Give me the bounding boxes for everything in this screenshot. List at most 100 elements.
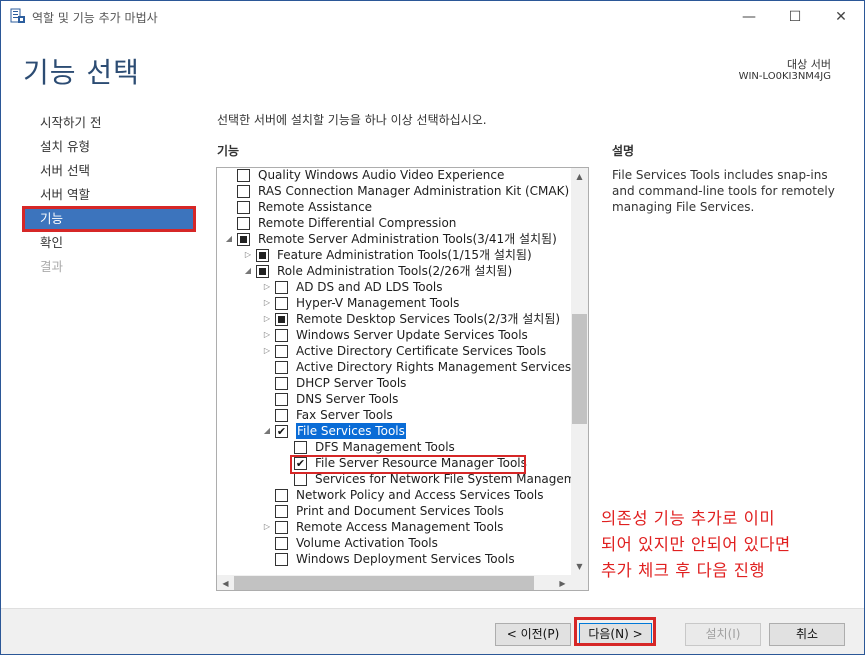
maximize-button[interactable]: ☐ bbox=[772, 1, 818, 32]
tree-item[interactable]: DHCP Server Tools bbox=[217, 375, 571, 391]
tree-item-checkbox[interactable] bbox=[275, 345, 288, 358]
scroll-up-icon[interactable]: ▲ bbox=[571, 168, 588, 185]
collapse-icon[interactable]: ◢ bbox=[261, 423, 273, 439]
tree-item[interactable]: Fax Server Tools bbox=[217, 407, 571, 423]
tree-item-checkbox[interactable] bbox=[275, 489, 288, 502]
vertical-scrollbar[interactable]: ▲ ▼ bbox=[571, 168, 588, 575]
nav-item-server-selection[interactable]: 서버 선택 bbox=[23, 159, 195, 183]
tree-item[interactable]: Remote Assistance bbox=[217, 199, 571, 215]
tree-item[interactable]: DNS Server Tools bbox=[217, 391, 571, 407]
tree-item-label: Role Administration Tools(2/26개 설치됨) bbox=[277, 264, 513, 278]
nav-item-server-roles[interactable]: 서버 역할 bbox=[23, 183, 195, 207]
horizontal-scroll-thumb[interactable] bbox=[234, 576, 534, 590]
tree-item[interactable]: ▷ AD DS and AD LDS Tools bbox=[217, 279, 571, 295]
cancel-button[interactable]: 취소 bbox=[769, 623, 845, 646]
tree-item[interactable]: ▷ Active Directory Certificate Services T… bbox=[217, 343, 571, 359]
tree-item-checkbox[interactable] bbox=[237, 169, 250, 182]
description-header: 설명 bbox=[612, 144, 635, 158]
nav-item-before-you-begin[interactable]: 시작하기 전 bbox=[23, 111, 195, 135]
server-manager-icon bbox=[10, 8, 25, 23]
expand-icon[interactable]: ▷ bbox=[261, 295, 273, 311]
tree-item-checkbox[interactable] bbox=[256, 265, 269, 278]
tree-item-checkbox[interactable] bbox=[237, 185, 250, 198]
collapse-icon[interactable]: ◢ bbox=[242, 263, 254, 279]
tree-item-checkbox[interactable] bbox=[275, 537, 288, 550]
scroll-right-icon[interactable]: ▶ bbox=[554, 575, 571, 590]
expand-icon[interactable]: ▷ bbox=[261, 279, 273, 295]
tree-item[interactable]: Remote Differential Compression bbox=[217, 215, 571, 231]
tree-item-checkbox[interactable] bbox=[275, 313, 288, 326]
tree-item-checkbox[interactable] bbox=[275, 425, 288, 438]
collapse-icon[interactable]: ◢ bbox=[223, 231, 235, 247]
tree-item-checkbox[interactable] bbox=[275, 521, 288, 534]
tree-item-checkbox[interactable] bbox=[275, 361, 288, 374]
scroll-left-icon[interactable]: ◀ bbox=[217, 575, 234, 590]
tree-item-checkbox[interactable] bbox=[256, 249, 269, 262]
tree-item[interactable]: Active Directory Rights Management Servi… bbox=[217, 359, 571, 375]
tree-item-checkbox[interactable] bbox=[294, 473, 307, 486]
tree-item-label: AD DS and AD LDS Tools bbox=[296, 280, 443, 294]
tree-item[interactable]: ◢ Role Administration Tools(2/26개 설치됨) bbox=[217, 263, 571, 279]
tree-item[interactable]: Print and Document Services Tools bbox=[217, 503, 571, 519]
tree-item[interactable]: ▷ Windows Server Update Services Tools bbox=[217, 327, 571, 343]
tree-item[interactable]: Windows Deployment Services Tools bbox=[217, 551, 571, 567]
tree-item[interactable]: Volume Activation Tools bbox=[217, 535, 571, 551]
tree-item[interactable]: DFS Management Tools bbox=[217, 439, 571, 455]
tree-item-checkbox[interactable] bbox=[237, 217, 250, 230]
minimize-button[interactable]: — bbox=[726, 1, 772, 32]
scroll-down-icon[interactable]: ▼ bbox=[571, 558, 588, 575]
nav-item-installation-type[interactable]: 설치 유형 bbox=[23, 135, 195, 159]
tree-item[interactable]: ▷ Remote Desktop Services Tools(2/3개 설치됨) bbox=[217, 311, 571, 327]
tree-item-checkbox[interactable] bbox=[237, 201, 250, 214]
tree-item[interactable]: Network Policy and Access Services Tools bbox=[217, 487, 571, 503]
instruction-text: 선택한 서버에 설치할 기능을 하나 이상 선택하십시오. bbox=[217, 113, 487, 127]
tree-item-label: Remote Assistance bbox=[258, 200, 373, 214]
previous-button[interactable]: < 이전(P) bbox=[495, 623, 571, 646]
vertical-scroll-thumb[interactable] bbox=[572, 314, 587, 424]
annotation-line: 추가 체크 후 다음 진행 bbox=[601, 561, 766, 580]
expand-icon[interactable]: ▷ bbox=[242, 247, 254, 263]
expand-icon[interactable]: ▷ bbox=[261, 327, 273, 343]
tree-item-checkbox[interactable] bbox=[294, 441, 307, 454]
tree-item[interactable]: ◢ Remote Server Administration Tools(3/41… bbox=[217, 231, 571, 247]
tree-item-label: Fax Server Tools bbox=[296, 408, 393, 422]
footer-bar: < 이전(P) 다음(N) > 설치(I) 취소 bbox=[1, 608, 864, 654]
tree-item-checkbox[interactable] bbox=[237, 233, 250, 246]
horizontal-scrollbar[interactable]: ◀ ▶ bbox=[217, 575, 571, 590]
nav-item-confirmation[interactable]: 확인 bbox=[23, 231, 195, 255]
tree-item[interactable]: RAS Connection Manager Administration Ki… bbox=[217, 183, 571, 199]
tree-item-checkbox[interactable] bbox=[275, 553, 288, 566]
tree-item-label: Remote Differential Compression bbox=[258, 216, 457, 230]
expand-icon[interactable]: ▷ bbox=[261, 311, 273, 327]
tree-item-checkbox[interactable] bbox=[275, 297, 288, 310]
tree-item[interactable]: ▷ Feature Administration Tools(1/15개 설치됨) bbox=[217, 247, 571, 263]
tree-item-label: Windows Deployment Services Tools bbox=[296, 552, 515, 566]
tree-item-checkbox[interactable] bbox=[275, 393, 288, 406]
tree-item[interactable]: ▷ Hyper-V Management Tools bbox=[217, 295, 571, 311]
tree-item-label: Print and Document Services Tools bbox=[296, 504, 504, 518]
tree-item-label: RAS Connection Manager Administration Ki… bbox=[258, 184, 570, 198]
tree-item-label: Feature Administration Tools(1/15개 설치됨) bbox=[277, 248, 532, 262]
features-tree[interactable]: Quality Windows Audio Video Experience RA… bbox=[216, 167, 589, 591]
tree-item-checkbox[interactable] bbox=[275, 505, 288, 518]
tree-item-checkbox[interactable] bbox=[275, 377, 288, 390]
tree-item-checkbox[interactable] bbox=[275, 281, 288, 294]
nav-item-features[interactable]: 기능 bbox=[22, 206, 196, 232]
tree-item[interactable]: ▷ Remote Access Management Tools bbox=[217, 519, 571, 535]
expand-icon[interactable]: ▷ bbox=[261, 519, 273, 535]
expand-icon[interactable]: ▷ bbox=[261, 343, 273, 359]
tree-item[interactable]: Quality Windows Audio Video Experience bbox=[217, 168, 571, 183]
tree-item-label: Active Directory Certificate Services To… bbox=[296, 344, 547, 358]
tree-item[interactable]: ◢ File Services Tools bbox=[217, 423, 571, 439]
tree-item-checkbox[interactable] bbox=[275, 409, 288, 422]
close-button[interactable]: ✕ bbox=[818, 1, 864, 32]
target-server-label: 대상 서버 bbox=[787, 58, 831, 71]
annotation-line: 되어 있지만 안되어 있다면 bbox=[601, 535, 791, 554]
title-bar[interactable]: 역할 및 기능 추가 마법사 — ☐ ✕ bbox=[1, 1, 864, 32]
tree-item-checkbox[interactable] bbox=[275, 329, 288, 342]
